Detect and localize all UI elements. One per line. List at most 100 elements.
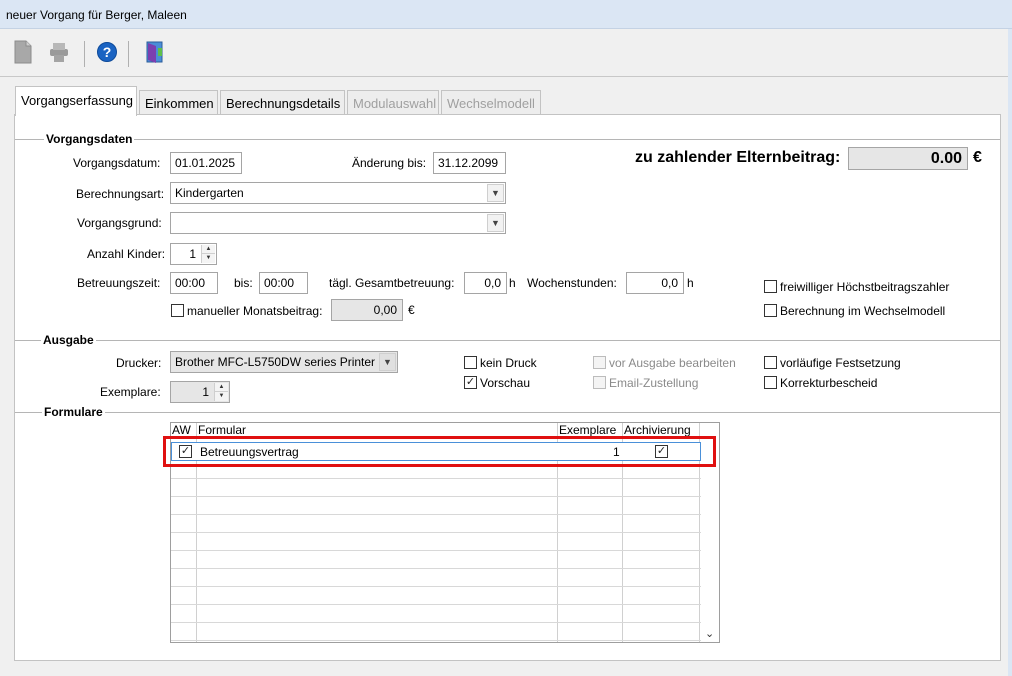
manueller-monatsbeitrag-checkbox[interactable] — [171, 304, 184, 317]
kein-druck-checkbox[interactable] — [464, 356, 477, 369]
toolbar-separator — [128, 41, 129, 67]
spin-buttons[interactable]: ▲ ▼ — [201, 245, 215, 263]
print-icon[interactable] — [46, 39, 72, 65]
tab-label: Modulauswahl — [353, 96, 437, 111]
help-icon[interactable]: ? — [94, 39, 120, 65]
table-row — [171, 587, 701, 605]
help-glyph: ? — [97, 42, 117, 62]
gesamtbetreuung-unit: h — [509, 276, 516, 290]
toolbar: ? — [0, 29, 1008, 77]
korrekturbescheid-checkbox[interactable] — [764, 376, 777, 389]
exemplare-stepper[interactable]: 1 ▲ ▼ — [170, 381, 230, 403]
elternbeitrag-value: 0.00 — [848, 147, 968, 170]
hoechstbeitrag-label: freiwilliger Höchstbeitragszahler — [780, 280, 950, 294]
email-zustellung-label: Email-Zustellung — [609, 376, 699, 390]
window-title-bar: neuer Vorgang für Berger, Maleen — [0, 0, 1012, 29]
vorgangsgrund-label: Vorgangsgrund: — [77, 216, 162, 230]
spin-buttons[interactable]: ▲ ▼ — [214, 383, 228, 401]
gesamtbetreuung-field[interactable]: 0,0 — [464, 272, 507, 294]
vor-ausgabe-checkbox — [593, 356, 606, 369]
vorgangsgrund-select[interactable]: ▼ — [170, 212, 506, 234]
drucker-select[interactable]: Brother MFC-L5750DW series Printer ▼ — [170, 351, 398, 373]
scroll-down-icon[interactable]: ⌄ — [705, 627, 714, 640]
wechselmodell-label: Berechnung im Wechselmodell — [780, 304, 946, 318]
wochenstunden-label: Wochenstunden: — [527, 276, 617, 290]
table-row — [171, 623, 701, 641]
tab-label: Einkommen — [145, 96, 214, 111]
new-document-icon[interactable] — [10, 39, 36, 65]
table-row — [171, 533, 701, 551]
exemplare-value: 1 — [202, 385, 209, 399]
spin-up-icon[interactable]: ▲ — [202, 245, 215, 254]
section-divider — [15, 340, 1000, 341]
anzahl-kinder-value: 1 — [189, 247, 196, 261]
chevron-down-icon[interactable]: ▼ — [487, 214, 504, 232]
section-title-ausgabe: Ausgabe — [41, 333, 96, 347]
aenderung-bis-field[interactable]: 31.12.2099 — [433, 152, 506, 174]
spin-up-icon[interactable]: ▲ — [215, 383, 228, 392]
betreuungszeit-from-field[interactable]: 00:00 — [170, 272, 218, 294]
tab-label: Wechselmodell — [447, 96, 535, 111]
toolbar-separator — [84, 41, 85, 67]
chevron-down-icon[interactable]: ▼ — [487, 184, 504, 202]
drucker-value: Brother MFC-L5750DW series Printer — [175, 355, 376, 369]
manueller-monatsbeitrag-label: manueller Monatsbeitrag: — [187, 304, 323, 318]
vor-ausgabe-label: vor Ausgabe bearbeiten — [609, 356, 736, 370]
section-divider — [15, 139, 1000, 140]
table-row — [171, 515, 701, 533]
email-zustellung-checkbox — [593, 376, 606, 389]
column-header-exemplare[interactable]: Exemplare — [559, 423, 616, 437]
betreuungszeit-to-field[interactable]: 00:00 — [259, 272, 308, 294]
tab-label: Berechnungsdetails — [226, 96, 341, 111]
table-row — [171, 497, 701, 515]
chevron-down-icon[interactable]: ▼ — [379, 353, 396, 371]
anzahl-kinder-stepper[interactable]: 1 ▲ ▼ — [170, 243, 217, 265]
manueller-currency: € — [408, 303, 415, 317]
betreuungszeit-label: Betreuungszeit: — [77, 276, 161, 290]
vorschau-checkbox[interactable]: ✓ — [464, 376, 477, 389]
exemplare-label: Exemplare: — [100, 385, 161, 399]
section-title-vorgangsdaten: Vorgangsdaten — [44, 132, 135, 146]
tab-modulauswahl: Modulauswahl — [347, 90, 439, 114]
section-divider — [15, 412, 1000, 413]
exit-door-icon[interactable] — [142, 39, 168, 65]
column-header-archivierung[interactable]: Archivierung — [624, 423, 691, 437]
bis-label: bis: — [234, 276, 253, 290]
anzahl-kinder-label: Anzahl Kinder: — [87, 247, 166, 261]
column-header-formular[interactable]: Formular — [198, 423, 246, 437]
drucker-label: Drucker: — [116, 356, 162, 370]
check-icon: ✓ — [465, 376, 476, 388]
tab-einkommen[interactable]: Einkommen — [139, 90, 218, 114]
column-header-aw[interactable]: AW — [172, 423, 191, 437]
aenderung-bis-label: Änderung bis: — [352, 156, 427, 170]
table-row — [171, 605, 701, 623]
highlight-box — [163, 436, 716, 467]
wochenstunden-field[interactable]: 0,0 — [626, 272, 684, 294]
elternbeitrag-label: zu zahlender Elternbeitrag: — [635, 149, 841, 166]
tab-label: Vorgangserfassung — [21, 93, 134, 108]
vorlaeufige-festsetzung-checkbox[interactable] — [764, 356, 777, 369]
vorschau-label: Vorschau — [480, 376, 531, 390]
manueller-monatsbeitrag-field: 0,00 — [331, 299, 403, 321]
gesamtbetreuung-label: tägl. Gesamtbetreuung: — [329, 276, 455, 290]
table-row — [171, 569, 701, 587]
spin-down-icon[interactable]: ▼ — [215, 392, 228, 401]
berechnungsart-label: Berechnungsart: — [76, 187, 165, 201]
wechselmodell-checkbox[interactable] — [764, 304, 777, 317]
berechnungsart-select[interactable]: Kindergarten ▼ — [170, 182, 506, 204]
hoechstbeitrag-checkbox[interactable] — [764, 280, 777, 293]
table-row — [171, 551, 701, 569]
window-title: neuer Vorgang für Berger, Maleen — [6, 8, 187, 22]
tab-vorgangserfassung[interactable]: Vorgangserfassung — [15, 86, 137, 116]
section-title-formulare: Formulare — [42, 405, 105, 419]
kein-druck-label: kein Druck — [480, 356, 537, 370]
wochenstunden-unit: h — [687, 276, 694, 290]
tab-berechnungsdetails[interactable]: Berechnungsdetails — [220, 90, 345, 114]
vorgangsdatum-label: Vorgangsdatum: — [73, 156, 161, 170]
spin-down-icon[interactable]: ▼ — [202, 254, 215, 263]
tab-wechselmodell: Wechselmodell — [441, 90, 541, 114]
vorlaeufige-festsetzung-label: vorläufige Festsetzung — [780, 356, 901, 370]
window-frame — [1008, 29, 1012, 676]
berechnungsart-value: Kindergarten — [175, 186, 244, 200]
vorgangsdatum-field[interactable]: 01.01.2025 — [170, 152, 242, 174]
